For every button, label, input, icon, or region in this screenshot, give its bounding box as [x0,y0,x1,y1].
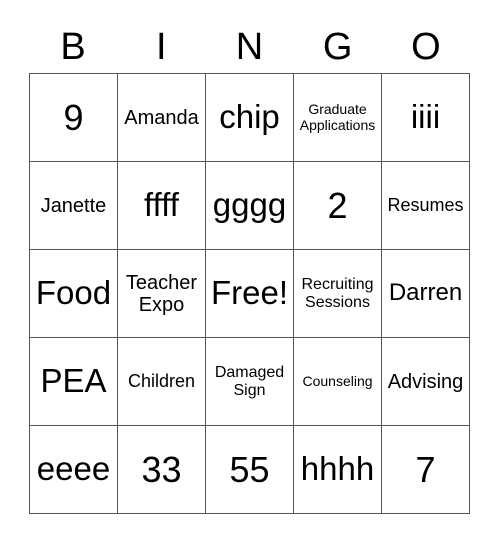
bingo-cell[interactable]: 2 [294,162,382,250]
header-letter-g: G [322,26,353,68]
bingo-cell[interactable]: Amanda [118,74,206,162]
header-letter-n: N [235,26,264,68]
bingo-cell[interactable]: Food [30,250,118,338]
bingo-grid: 9 Amanda chip Graduate Applications iiii… [29,73,470,514]
bingo-cell[interactable]: hhhh [294,426,382,514]
bingo-cell[interactable]: Damaged Sign [206,338,294,426]
bingo-cell[interactable]: Janette [30,162,118,250]
bingo-cell[interactable]: gggg [206,162,294,250]
bingo-cell[interactable]: Counseling [294,338,382,426]
bingo-cell[interactable]: Graduate Applications [294,74,382,162]
bingo-cell[interactable]: 9 [30,74,118,162]
bingo-cell[interactable]: 33 [118,426,206,514]
header-letter-i: I [156,26,167,68]
bingo-cell[interactable]: Recruiting Sessions [294,250,382,338]
bingo-cell[interactable]: Darren [382,250,470,338]
bingo-cell[interactable]: Resumes [382,162,470,250]
bingo-cell[interactable]: chip [206,74,294,162]
bingo-card: B I N G O 9 Amanda chip Graduate Applica… [0,0,500,544]
bingo-cell[interactable]: Teacher Expo [118,250,206,338]
bingo-cell[interactable]: eeee [30,426,118,514]
header-letter-o: O [411,26,441,68]
bingo-cell[interactable]: PEA [30,338,118,426]
bingo-header: B I N G O [29,22,470,72]
bingo-cell[interactable]: Children [118,338,206,426]
bingo-cell[interactable]: 7 [382,426,470,514]
bingo-cell[interactable]: Free! [206,250,294,338]
bingo-cell[interactable]: 55 [206,426,294,514]
bingo-cell[interactable]: iiii [382,74,470,162]
bingo-cell[interactable]: ffff [118,162,206,250]
bingo-cell[interactable]: Advising [382,338,470,426]
header-letter-b: B [60,26,86,68]
